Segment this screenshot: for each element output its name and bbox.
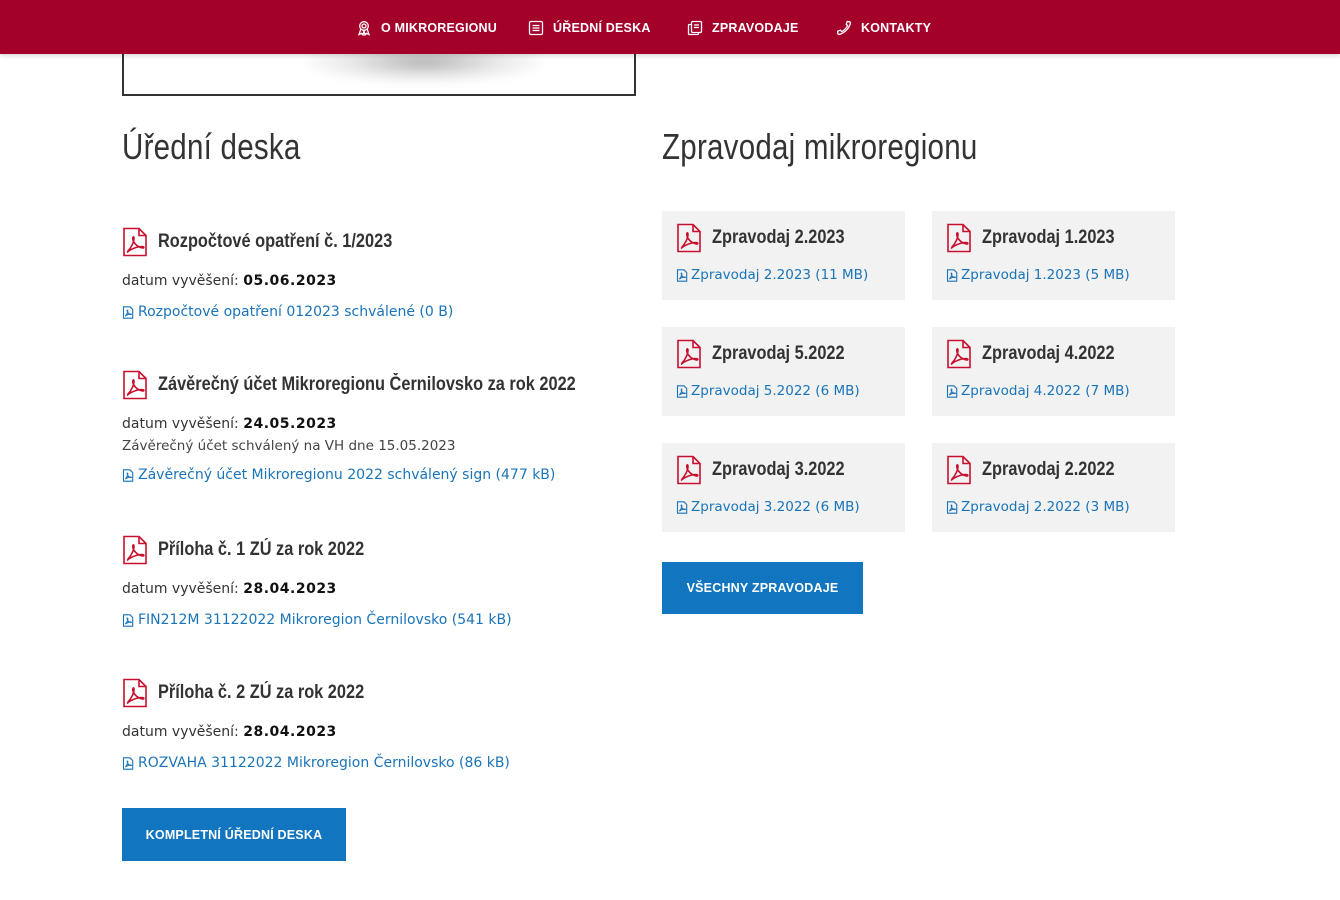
newsletter-card: Zpravodaj 4.2022 Zpravodaj 4.2022 (7 MB)	[932, 327, 1175, 416]
file-link-label: FIN212M 31122022 Mikroregion Černilovsko…	[138, 612, 512, 628]
newsletter-file-link[interactable]: Zpravodaj 2.2022 (3 MB)	[946, 499, 1130, 515]
newsletter-file-link[interactable]: Zpravodaj 4.2022 (7 MB)	[946, 383, 1130, 399]
notice-item: Příloha č. 2 ZÚ za rok 2022 datum vyvěše…	[122, 678, 642, 772]
pdf-icon	[677, 455, 701, 485]
notice-file-link[interactable]: ROZVAHA 31122022 Mikroregion Černilovsko…	[122, 755, 642, 772]
newsletter-card: Zpravodaj 3.2022 Zpravodaj 3.2022 (6 MB)	[662, 443, 905, 532]
pdf-file-icon	[122, 614, 134, 627]
copy-document-icon	[687, 20, 703, 36]
award-icon	[357, 21, 371, 36]
notice-date: datum vyvěšení: 24.05.2023	[122, 416, 642, 433]
newsletter-file-link[interactable]: Zpravodaj 3.2022 (6 MB)	[676, 499, 860, 515]
pdf-file-icon	[122, 757, 134, 770]
file-link-label: Závěrečný účet Mikroregionu 2022 schvále…	[138, 467, 556, 483]
pdf-file-icon	[946, 268, 958, 282]
newsletter-file-link[interactable]: Zpravodaj 1.2023 (5 MB)	[946, 267, 1130, 283]
pdf-file-icon	[122, 306, 134, 319]
newsletter-link-label: Zpravodaj 2.2023 (11 MB)	[691, 267, 869, 283]
newsletter-link-label: Zpravodaj 4.2022 (7 MB)	[961, 383, 1130, 399]
nav-label: Zpravodaje	[712, 21, 799, 35]
nav-item-kontakty[interactable]: Kontakty	[836, 18, 931, 38]
top-navigation: O mikroregionu Úřední deska Zpravodaje K…	[0, 0, 1340, 54]
newsletter-card-title[interactable]: Zpravodaj 2.2022	[982, 459, 1115, 481]
nav-item-zpravodaje[interactable]: Zpravodaje	[687, 18, 799, 38]
pdf-icon	[947, 339, 971, 369]
nav-label: Kontakty	[861, 21, 932, 35]
date-label: datum vyvěšení:	[122, 581, 239, 597]
date-value: 24.05.2023	[243, 416, 337, 432]
pdf-icon	[123, 535, 147, 565]
date-label: datum vyvěšení:	[122, 416, 239, 432]
notice-date: datum vyvěšení: 05.06.2023	[122, 273, 642, 290]
pdf-file-icon	[122, 469, 134, 482]
notice-title[interactable]: Závěrečný účet Mikroregionu Černilovsko …	[158, 374, 576, 396]
notice-title[interactable]: Příloha č. 2 ZÚ za rok 2022	[158, 682, 364, 704]
nav-label: Úřední deska	[553, 21, 651, 35]
pdf-icon	[947, 223, 971, 253]
pdf-icon	[947, 455, 971, 485]
nav-item-uredni-deska[interactable]: Úřední deska	[528, 18, 651, 38]
notice-file-link[interactable]: FIN212M 31122022 Mikroregion Černilovsko…	[122, 612, 642, 629]
notice-title[interactable]: Příloha č. 1 ZÚ za rok 2022	[158, 539, 364, 561]
newsletter-card: Zpravodaj 2.2023 Zpravodaj 2.2023 (11 MB…	[662, 211, 905, 300]
date-value: 28.04.2023	[243, 724, 337, 740]
newsletter-card-title[interactable]: Zpravodaj 4.2022	[982, 343, 1115, 365]
notice-file-link[interactable]: Rozpočtové opatření 012023 schválené (0 …	[122, 304, 642, 321]
pdf-icon	[123, 678, 147, 708]
newsletter-card-title[interactable]: Zpravodaj 1.2023	[982, 227, 1115, 249]
notice-item: Rozpočtové opatření č. 1/2023 datum vyvě…	[122, 227, 642, 321]
pdf-file-icon	[676, 500, 688, 514]
newsletter-card: Zpravodaj 2.2022 Zpravodaj 2.2022 (3 MB)	[932, 443, 1175, 532]
phone-icon	[836, 20, 852, 36]
pdf-file-icon	[676, 268, 688, 282]
date-label: datum vyvěšení:	[122, 273, 239, 289]
notice-note: Závěrečný účet schválený na VH dne 15.05…	[122, 438, 456, 454]
pdf-file-icon	[676, 384, 688, 398]
newsletter-link-label: Zpravodaj 1.2023 (5 MB)	[961, 267, 1130, 283]
file-link-label: Rozpočtové opatření 012023 schválené (0 …	[138, 304, 454, 320]
notice-date: datum vyvěšení: 28.04.2023	[122, 724, 642, 741]
newsletter-title: Zpravodaj mikroregionu	[662, 126, 978, 167]
newsletter-file-link[interactable]: Zpravodaj 5.2022 (6 MB)	[676, 383, 860, 399]
notice-date: datum vyvěšení: 28.04.2023	[122, 581, 642, 598]
newsletter-card: Zpravodaj 1.2023 Zpravodaj 1.2023 (5 MB)	[932, 211, 1175, 300]
notice-item: Závěrečný účet Mikroregionu Černilovsko …	[122, 370, 642, 484]
newsletter-card-title[interactable]: Zpravodaj 2.2023	[712, 227, 845, 249]
file-link-label: ROZVAHA 31122022 Mikroregion Černilovsko…	[138, 755, 510, 771]
board-title: Úřední deska	[122, 126, 301, 167]
notice-title[interactable]: Rozpočtové opatření č. 1/2023	[158, 231, 392, 253]
pdf-icon	[123, 370, 147, 400]
newsletter-link-label: Zpravodaj 5.2022 (6 MB)	[691, 383, 860, 399]
newsletter-card: Zpravodaj 5.2022 Zpravodaj 5.2022 (6 MB)	[662, 327, 905, 416]
newsletter-link-label: Zpravodaj 2.2022 (3 MB)	[961, 499, 1130, 515]
newsletter-card-title[interactable]: Zpravodaj 5.2022	[712, 343, 845, 365]
pdf-file-icon	[946, 384, 958, 398]
all-newsletters-button[interactable]: Všechny zpravodaje	[662, 562, 863, 614]
pdf-icon	[677, 339, 701, 369]
full-board-button[interactable]: Kompletní úřední deska	[122, 808, 346, 861]
document-list-icon	[528, 20, 544, 36]
nav-item-o-mikroregionu[interactable]: O mikroregionu	[356, 18, 497, 38]
nav-label: O mikroregionu	[381, 21, 497, 35]
newsletter-card-title[interactable]: Zpravodaj 3.2022	[712, 459, 845, 481]
pdf-file-icon	[946, 500, 958, 514]
date-value: 28.04.2023	[243, 581, 337, 597]
pdf-icon	[123, 227, 147, 257]
pdf-icon	[677, 223, 701, 253]
newsletter-link-label: Zpravodaj 3.2022 (6 MB)	[691, 499, 860, 515]
date-label: datum vyvěšení:	[122, 724, 239, 740]
date-value: 05.06.2023	[243, 273, 337, 289]
newsletter-file-link[interactable]: Zpravodaj 2.2023 (11 MB)	[676, 267, 868, 283]
notice-file-link[interactable]: Závěrečný účet Mikroregionu 2022 schvále…	[122, 467, 642, 484]
notice-item: Příloha č. 1 ZÚ za rok 2022 datum vyvěše…	[122, 535, 642, 629]
